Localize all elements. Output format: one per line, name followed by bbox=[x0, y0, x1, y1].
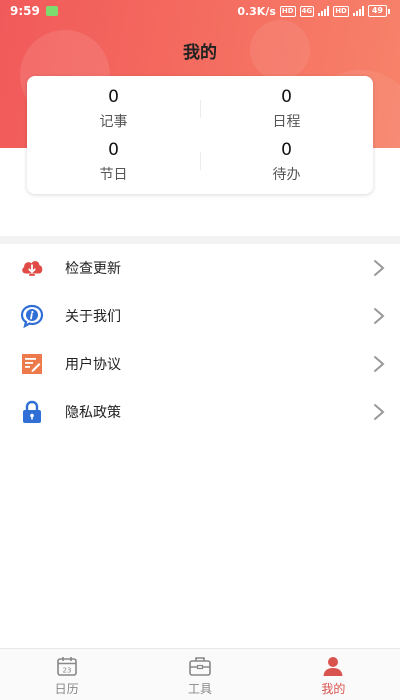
menu-item-about-us[interactable]: 关于我们 bbox=[0, 292, 400, 340]
battery-icon: 49 bbox=[367, 5, 390, 17]
menu-item-label: 隐私政策 bbox=[65, 405, 121, 421]
stats-card: 0 记事 0 日程 0 节日 0 待办 bbox=[27, 76, 373, 194]
settings-menu: 检查更新 关于我们 用户协议 隐私政策 bbox=[0, 244, 400, 436]
tab-mine[interactable]: 我的 bbox=[267, 649, 400, 700]
stat-notes[interactable]: 0 记事 bbox=[27, 86, 200, 133]
menu-item-label: 用户协议 bbox=[65, 357, 121, 373]
signal-icon-2 bbox=[352, 6, 364, 16]
stat-label: 日程 bbox=[272, 114, 301, 130]
stat-value: 0 bbox=[108, 140, 119, 160]
message-notification-icon bbox=[45, 6, 58, 16]
tab-tools[interactable]: 工具 bbox=[133, 649, 266, 700]
stat-divider bbox=[200, 152, 201, 170]
chevron-right-icon bbox=[374, 356, 385, 372]
menu-item-privacy-policy[interactable]: 隐私政策 bbox=[0, 388, 400, 436]
document-edit-icon bbox=[20, 352, 44, 376]
toolbox-icon bbox=[188, 655, 212, 677]
hd-badge: HD bbox=[279, 5, 296, 17]
hd-badge-2: HD bbox=[333, 5, 349, 17]
stat-label: 记事 bbox=[99, 114, 128, 130]
lock-icon bbox=[20, 400, 44, 424]
stat-divider bbox=[200, 100, 201, 118]
tab-label: 我的 bbox=[321, 682, 346, 696]
status-bar: 9:59 0.3K/s HD 4G HD 49 bbox=[0, 0, 400, 22]
page-title: 我的 bbox=[183, 43, 217, 63]
user-icon bbox=[321, 655, 345, 677]
status-time: 9:59 bbox=[10, 4, 40, 18]
stat-value: 0 bbox=[108, 87, 119, 107]
menu-item-check-update[interactable]: 检查更新 bbox=[0, 244, 400, 292]
stat-label: 待办 bbox=[272, 167, 301, 183]
chevron-right-icon bbox=[374, 404, 385, 420]
stat-label: 节日 bbox=[99, 167, 128, 183]
cloud-download-icon bbox=[20, 256, 44, 280]
bottom-tab-bar: 23 日历 工具 我的 bbox=[0, 648, 400, 700]
menu-item-user-agreement[interactable]: 用户协议 bbox=[0, 340, 400, 388]
stat-schedule[interactable]: 0 日程 bbox=[200, 86, 373, 133]
menu-item-label: 关于我们 bbox=[65, 309, 121, 325]
stat-value: 0 bbox=[281, 140, 292, 160]
tab-label: 日历 bbox=[54, 682, 79, 696]
signal-icon bbox=[318, 6, 330, 16]
chevron-right-icon bbox=[374, 308, 385, 324]
menu-item-label: 检查更新 bbox=[65, 261, 121, 277]
stat-festivals[interactable]: 0 节日 bbox=[27, 139, 200, 186]
network-type-badge: 4G bbox=[299, 5, 315, 17]
info-bubble-icon bbox=[20, 304, 44, 328]
stat-todo[interactable]: 0 待办 bbox=[200, 139, 373, 186]
stat-value: 0 bbox=[281, 87, 292, 107]
tab-label: 工具 bbox=[187, 682, 212, 696]
tab-calendar[interactable]: 23 日历 bbox=[0, 649, 133, 700]
calendar-icon: 23 bbox=[55, 655, 79, 677]
battery-level: 49 bbox=[367, 5, 387, 17]
calendar-day: 23 bbox=[62, 667, 71, 675]
network-speed: 0.3K/s bbox=[237, 4, 276, 18]
section-divider bbox=[0, 236, 400, 244]
chevron-right-icon bbox=[374, 260, 385, 276]
